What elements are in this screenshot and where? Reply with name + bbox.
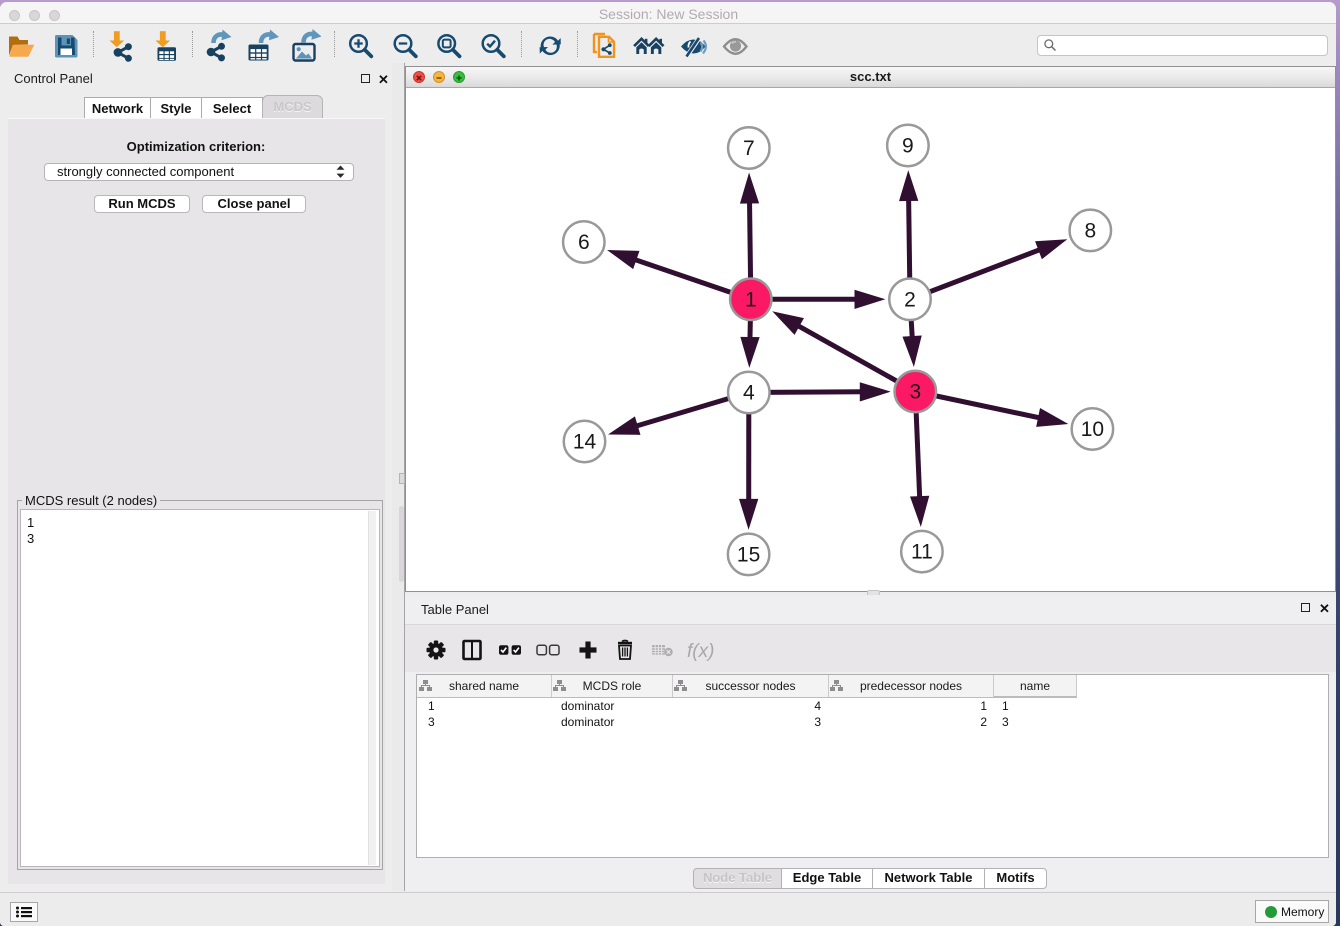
svg-text:15: 15: [737, 543, 760, 566]
svg-text:4: 4: [743, 382, 755, 405]
svg-text:3: 3: [909, 381, 921, 404]
svg-text:f(x): f(x): [687, 641, 714, 662]
svg-text:2: 2: [904, 288, 916, 311]
svg-text:7: 7: [743, 137, 755, 160]
svg-text:1: 1: [745, 288, 757, 311]
svg-text:9: 9: [902, 135, 914, 158]
svg-text:11: 11: [911, 541, 933, 564]
svg-text:10: 10: [1081, 418, 1104, 441]
svg-text:8: 8: [1084, 219, 1096, 242]
svg-text:6: 6: [578, 231, 590, 254]
svg-text:14: 14: [573, 431, 597, 454]
